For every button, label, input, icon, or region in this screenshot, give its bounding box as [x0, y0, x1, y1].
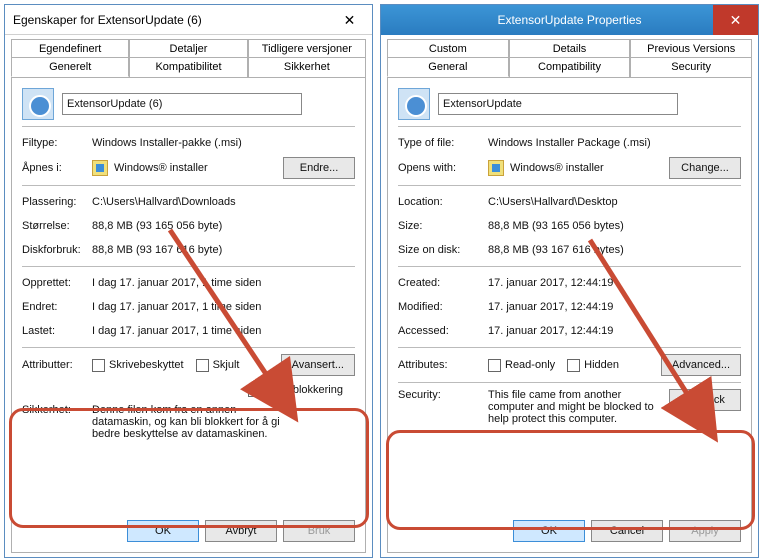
value-modified: 17. januar 2017, 12:44:19 [488, 301, 741, 313]
checkbox-hidden[interactable]: Skjult [196, 359, 240, 372]
titlebar[interactable]: ExtensorUpdate Properties ✕ [381, 5, 758, 35]
filename-input[interactable]: ExtensorUpdate [438, 93, 678, 115]
window-title: Egenskaper for ExtensorUpdate (6) [13, 13, 202, 27]
tab-security[interactable]: Sikkerhet [248, 57, 366, 77]
label-location: Location: [398, 196, 488, 208]
apply-button[interactable]: Bruk [283, 520, 355, 542]
properties-window-left: Egenskaper for ExtensorUpdate (6) ✕ Egen… [4, 4, 373, 558]
change-button[interactable]: Change... [669, 157, 741, 179]
change-button[interactable]: Endre... [283, 157, 355, 179]
close-button[interactable]: ✕ [327, 5, 372, 35]
tab-details[interactable]: Detaljer [129, 39, 247, 58]
value-created: I dag 17. januar 2017, 1 time siden [92, 277, 355, 289]
tabs-row2: General Compatibility Security [387, 57, 752, 77]
tab-previous[interactable]: Tidligere versjoner [248, 39, 366, 58]
filename-value: ExtensorUpdate (6) [67, 98, 162, 110]
label-modified: Endret: [22, 301, 92, 313]
tab-general[interactable]: Generelt [11, 57, 129, 77]
checkbox-unblock-label: Fjern blokkering [265, 384, 343, 396]
value-accessed: 17. januar 2017, 12:44:19 [488, 325, 741, 337]
file-icon [22, 88, 54, 120]
label-modified: Modified: [398, 301, 488, 313]
installer-icon [488, 160, 504, 176]
label-filetype: Type of file: [398, 137, 488, 149]
cancel-button[interactable]: Avbryt [205, 520, 277, 542]
tab-custom[interactable]: Custom [387, 39, 509, 58]
checkbox-hidden-label: Skjult [213, 359, 240, 371]
tab-custom[interactable]: Egendefinert [11, 39, 129, 58]
ok-button[interactable]: OK [127, 520, 199, 542]
value-filetype: Windows Installer-pakke (.msi) [92, 137, 355, 149]
value-modified: I dag 17. januar 2017, 1 time siden [92, 301, 355, 313]
label-location: Plassering: [22, 196, 92, 208]
tabs-row1: Custom Details Previous Versions [387, 39, 752, 58]
tab-previous[interactable]: Previous Versions [630, 39, 752, 58]
filename-input[interactable]: ExtensorUpdate (6) [62, 93, 302, 115]
general-pane: ExtensorUpdate (6) Filtype:Windows Insta… [11, 77, 366, 553]
titlebar[interactable]: Egenskaper for ExtensorUpdate (6) ✕ [5, 5, 372, 35]
label-security: Sikkerhet: [22, 404, 92, 416]
label-accessed: Lastet: [22, 325, 92, 337]
checkbox-readonly[interactable]: Skrivebeskyttet [92, 359, 184, 372]
close-button[interactable]: ✕ [713, 5, 758, 35]
value-security: This file came from another computer and… [488, 389, 668, 425]
tab-details[interactable]: Details [509, 39, 631, 58]
properties-window-right: ExtensorUpdate Properties ✕ Custom Detai… [380, 4, 759, 558]
label-filetype: Filtype: [22, 137, 92, 149]
label-attributes: Attributes: [398, 359, 488, 371]
value-security: Denne filen kom fra en annen datamaskin,… [92, 404, 282, 440]
label-created: Created: [398, 277, 488, 289]
value-opens: Windows® installer [114, 162, 283, 174]
checkbox-readonly-label: Skrivebeskyttet [109, 359, 184, 371]
window-title: ExtensorUpdate Properties [497, 13, 641, 27]
value-location: C:\Users\Hallvard\Downloads [92, 196, 355, 208]
advanced-button[interactable]: Avansert... [281, 354, 355, 376]
value-accessed: I dag 17. januar 2017, 1 time siden [92, 325, 355, 337]
installer-icon [92, 160, 108, 176]
advanced-button[interactable]: Advanced... [661, 354, 741, 376]
tabs-row2: Generelt Kompatibilitet Sikkerhet [11, 57, 366, 77]
tab-general[interactable]: General [387, 57, 509, 77]
label-opens: Åpnes i: [22, 162, 92, 174]
label-created: Opprettet: [22, 277, 92, 289]
value-opens: Windows® installer [510, 162, 669, 174]
checkbox-readonly[interactable]: Read-only [488, 359, 555, 372]
unblock-button[interactable]: Unblock [669, 389, 741, 411]
tabs-row1: Egendefinert Detaljer Tidligere versjone… [11, 39, 366, 58]
value-size: 88,8 MB (93 165 056 bytes) [488, 220, 741, 232]
label-opens: Opens with: [398, 162, 488, 174]
tab-compat[interactable]: Compatibility [509, 57, 631, 77]
label-size: Size: [398, 220, 488, 232]
value-location: C:\Users\Hallvard\Desktop [488, 196, 741, 208]
file-icon [398, 88, 430, 120]
ok-button[interactable]: OK [513, 520, 585, 542]
apply-button[interactable]: Apply [669, 520, 741, 542]
checkbox-hidden-label: Hidden [584, 359, 619, 371]
label-disk: Diskforbruk: [22, 244, 92, 256]
label-attributes: Attributter: [22, 359, 92, 371]
label-disk: Size on disk: [398, 244, 488, 256]
general-pane: ExtensorUpdate Type of file:Windows Inst… [387, 77, 752, 553]
label-size: Størrelse: [22, 220, 92, 232]
checkbox-unblock[interactable]: Fjern blokkering [248, 384, 343, 397]
value-filetype: Windows Installer Package (.msi) [488, 137, 741, 149]
value-created: 17. januar 2017, 12:44:19 [488, 277, 741, 289]
tab-compat[interactable]: Kompatibilitet [129, 57, 247, 77]
label-accessed: Accessed: [398, 325, 488, 337]
filename-value: ExtensorUpdate [443, 98, 522, 110]
label-security: Security: [398, 389, 488, 401]
value-disk: 88,8 MB (93 167 616 byte) [92, 244, 355, 256]
tab-security[interactable]: Security [630, 57, 752, 77]
value-disk: 88,8 MB (93 167 616 bytes) [488, 244, 741, 256]
checkbox-hidden[interactable]: Hidden [567, 359, 619, 372]
checkbox-readonly-label: Read-only [505, 359, 555, 371]
value-size: 88,8 MB (93 165 056 byte) [92, 220, 355, 232]
cancel-button[interactable]: Cancel [591, 520, 663, 542]
